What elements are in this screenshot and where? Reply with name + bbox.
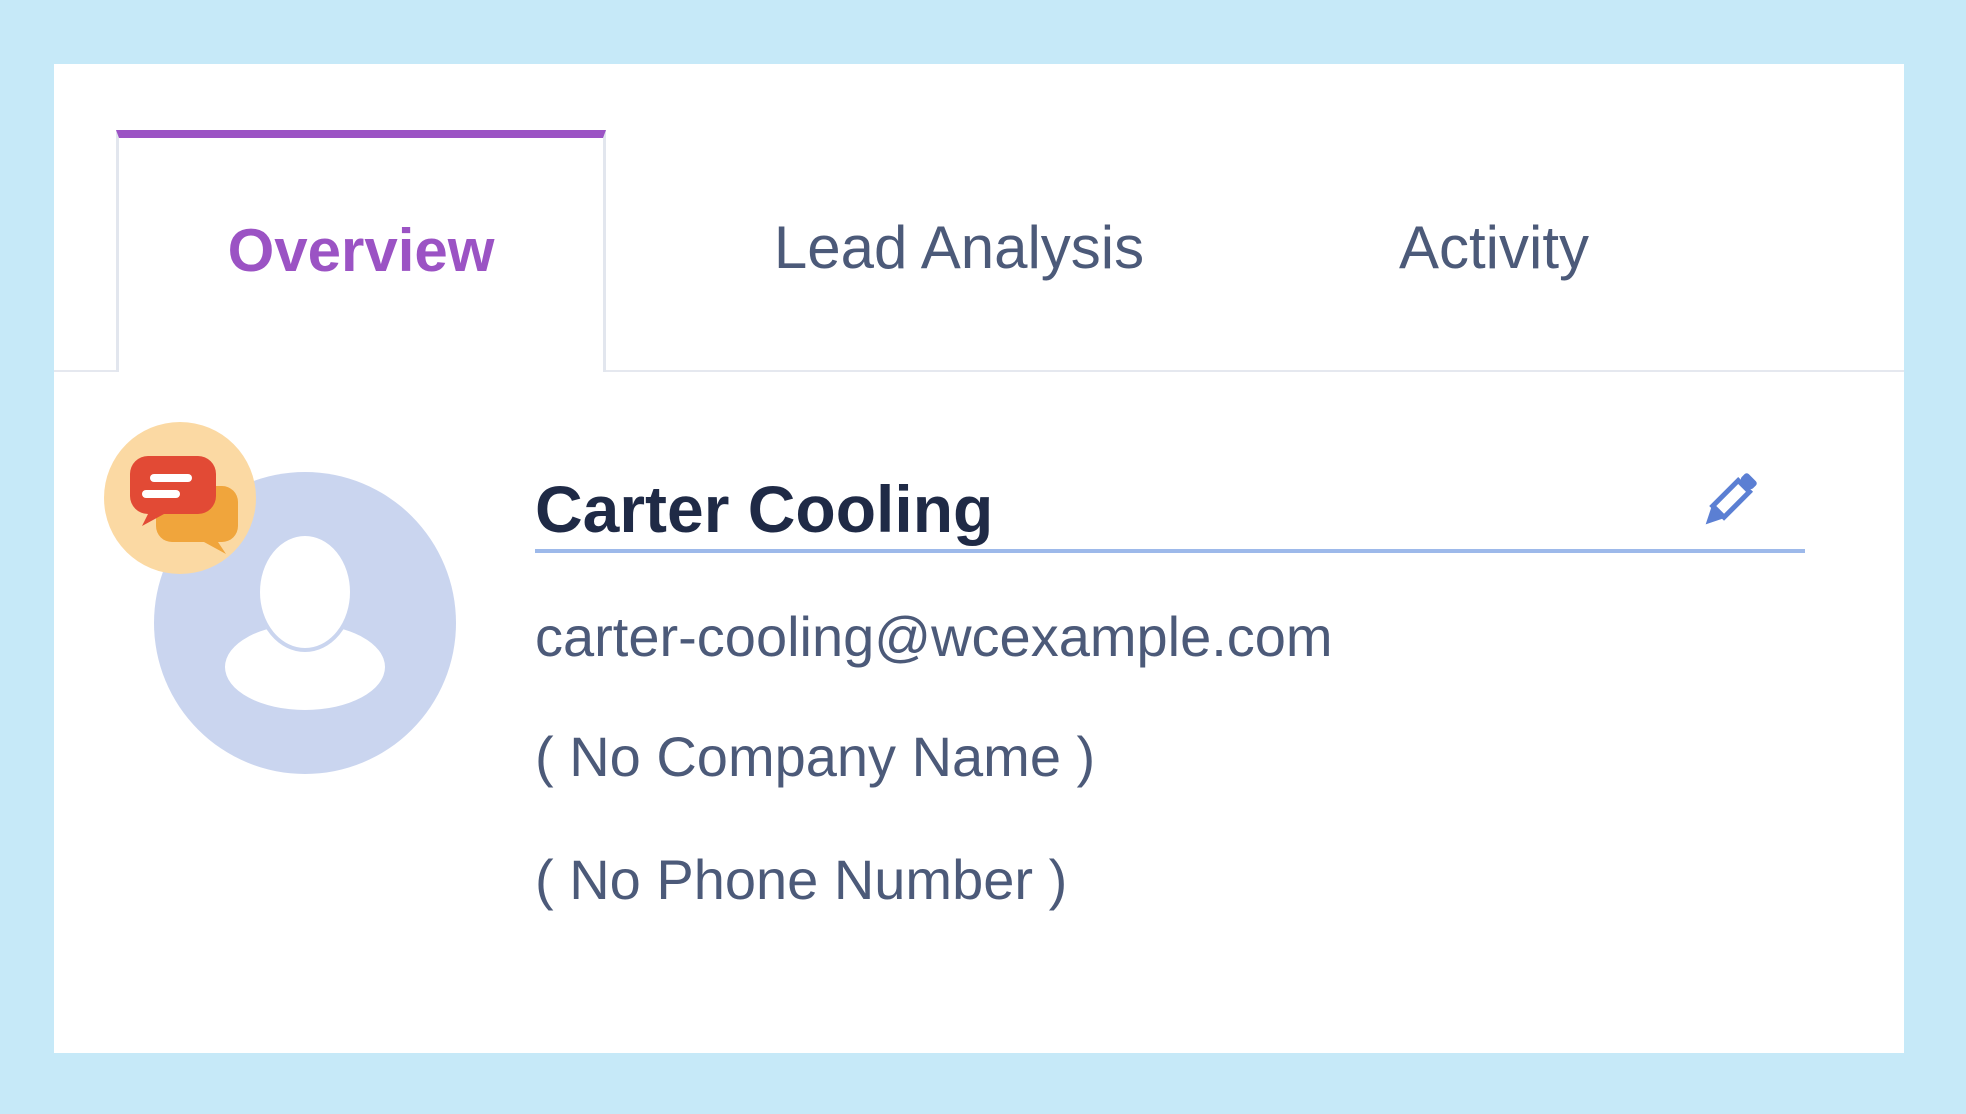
pencil-icon [1705, 473, 1757, 525]
chat-bubbles-icon [130, 456, 238, 554]
tab-lead-analysis[interactable]: Lead Analysis [684, 130, 1234, 370]
tab-activity-label: Activity [1398, 213, 1590, 281]
tab-overview-label: Overview [227, 216, 495, 284]
contact-company: ( No Company Name ) [535, 725, 1096, 788]
tab-activity[interactable]: Activity [1274, 130, 1714, 370]
contact-card: Overview Lead Analysis Activity Carter C… [54, 64, 1904, 1053]
tab-overview[interactable]: Overview [116, 130, 606, 372]
contact-email: carter-cooling@wcexample.com [535, 605, 1333, 668]
contact-name: Carter Cooling [535, 469, 1805, 553]
chat-badge [104, 422, 256, 574]
contact-phone: ( No Phone Number ) [535, 848, 1068, 911]
tab-bar: Overview Lead Analysis Activity [54, 64, 1904, 372]
tab-lead-analysis-label: Lead Analysis [773, 213, 1145, 281]
edit-button[interactable] [1694, 466, 1764, 536]
